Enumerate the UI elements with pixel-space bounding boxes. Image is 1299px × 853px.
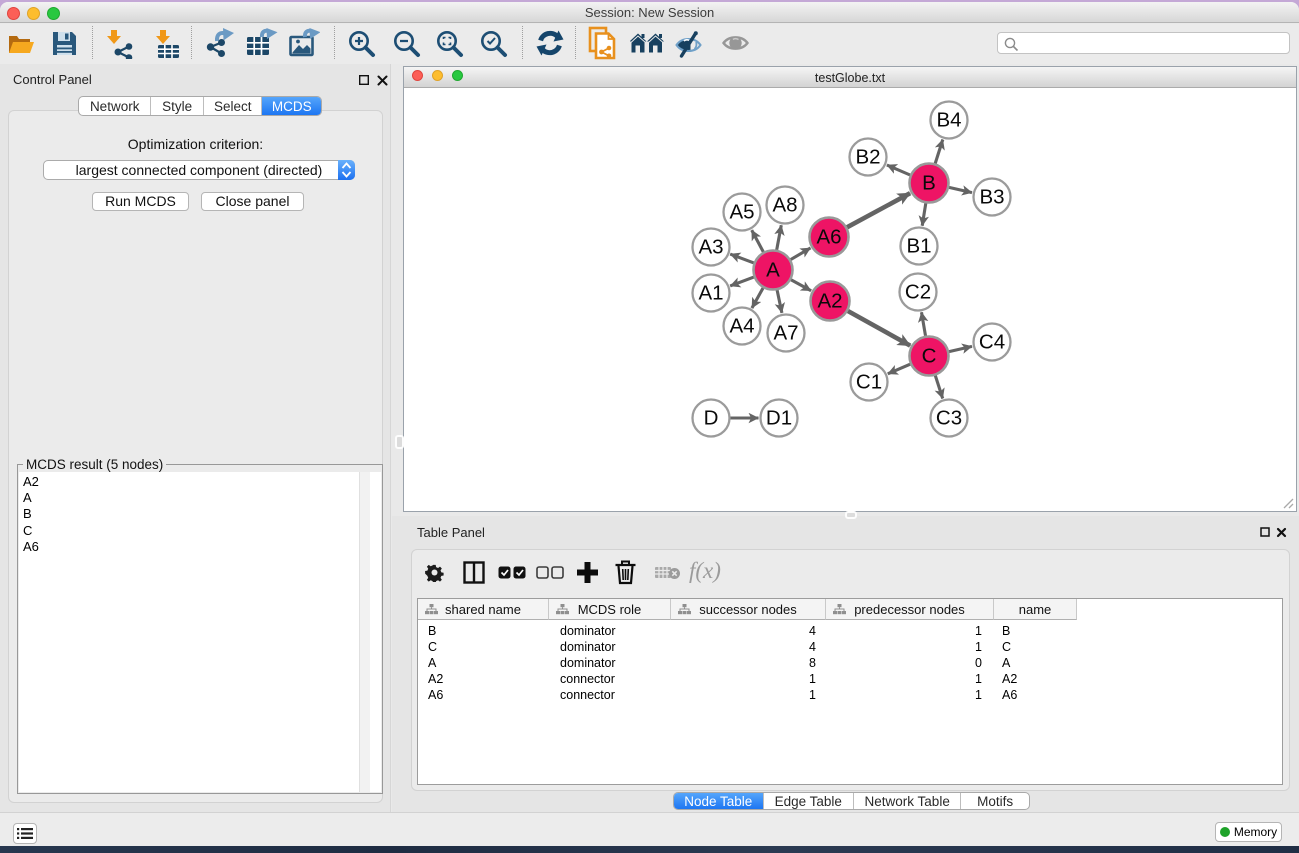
svg-text:A8: A8 [772,194,797,217]
svg-text:C1: C1 [856,371,882,394]
svg-text:A1: A1 [698,282,723,305]
svg-text:D: D [704,407,719,430]
svg-text:C2: C2 [905,281,931,304]
svg-text:C3: C3 [936,407,962,430]
svg-text:B3: B3 [979,186,1004,209]
svg-text:A3: A3 [698,236,723,259]
svg-text:B: B [922,172,936,195]
svg-text:A7: A7 [773,322,798,345]
svg-text:B2: B2 [855,146,880,169]
svg-text:A2: A2 [817,290,842,313]
svg-text:A6: A6 [816,226,841,249]
svg-text:C: C [922,345,937,368]
svg-text:A4: A4 [729,315,754,338]
svg-text:A5: A5 [729,201,754,224]
svg-text:D1: D1 [766,407,792,430]
svg-text:C4: C4 [979,331,1005,354]
svg-text:B1: B1 [906,235,931,258]
svg-text:A: A [766,259,780,282]
svg-text:B4: B4 [936,109,961,132]
